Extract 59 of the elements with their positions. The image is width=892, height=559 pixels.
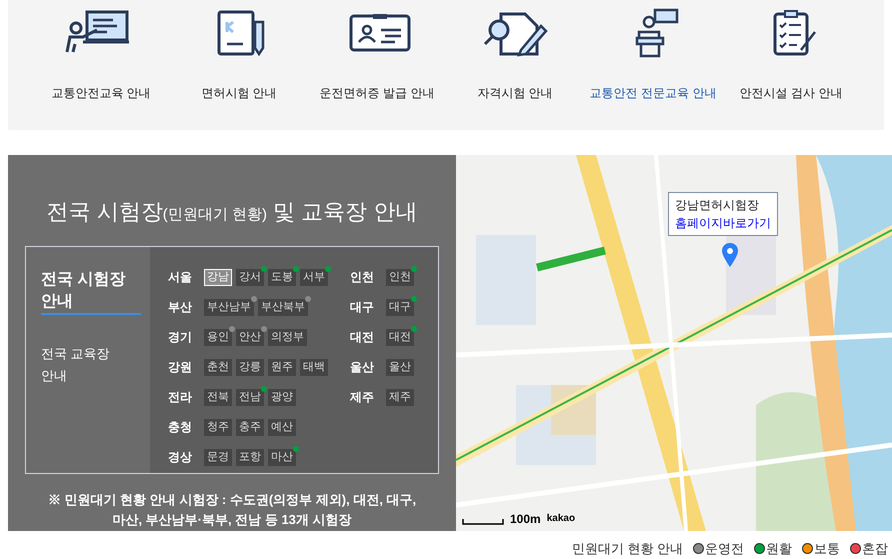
site-button[interactable]: 도봉: [268, 268, 296, 286]
site-button[interactable]: 대전: [386, 328, 414, 346]
site-button[interactable]: 예산: [268, 418, 296, 436]
site-button[interactable]: 태백: [300, 358, 328, 376]
region-label: 충청: [168, 419, 193, 436]
site-button[interactable]: 용인: [204, 328, 232, 346]
side-tab[interactable]: 전국 시험장 안내: [41, 269, 141, 315]
site-button[interactable]: 서부: [300, 268, 328, 286]
site-button[interactable]: 울산: [386, 358, 414, 376]
site-button[interactable]: 강릉: [236, 358, 264, 376]
site-button[interactable]: 강서: [236, 268, 264, 286]
site-button[interactable]: 안산: [236, 328, 264, 346]
site-button[interactable]: 포항: [236, 448, 264, 466]
site-button[interactable]: 전북: [204, 388, 232, 406]
site-button[interactable]: 원주: [268, 358, 296, 376]
site-button[interactable]: 인천: [386, 268, 414, 286]
site-button[interactable]: 부산북부: [258, 298, 308, 316]
scale-bar-icon: [462, 519, 504, 525]
site-button[interactable]: 의정부: [268, 328, 307, 346]
region-label: 울산: [350, 359, 375, 376]
homepage-link[interactable]: 홈페이지바로가기: [675, 214, 771, 232]
region-label: 대전: [350, 329, 375, 346]
location-pin-icon[interactable]: [722, 243, 738, 267]
site-button[interactable]: 충주: [236, 418, 264, 436]
region-label: 경상: [168, 449, 193, 466]
panel-title: 전국 시험장(민원대기 현황) 및 교육장 안내: [46, 198, 418, 226]
menu-link[interactable]: 안전시설 검사 안내: [740, 84, 842, 102]
side-tab[interactable]: 전국 교육장 안내: [41, 343, 121, 387]
menu-link[interactable]: 교통안전교육 안내: [51, 84, 151, 102]
legend-item-label: 원활: [766, 540, 792, 558]
site-button[interactable]: 대구: [386, 298, 414, 316]
site-button[interactable]: 전남: [236, 388, 264, 406]
scale-label: 100m: [510, 513, 541, 525]
site-button[interactable]: 제주: [386, 388, 414, 406]
region-label: 제주: [350, 389, 375, 406]
region-label: 부산: [168, 299, 193, 316]
note-text: ※ 민원대기 현황 안내 시험장 : 수도권(의정부 제외), 대전, 대구, 마산, 부산남부·북부, 전남 등 13개 시험장: [46, 491, 418, 529]
region-label: 대구: [350, 299, 375, 316]
map-attribution: kakao: [546, 513, 576, 525]
region-label: 강원: [168, 359, 193, 376]
site-button[interactable]: 춘천: [204, 358, 232, 376]
site-button[interactable]: 부산남부: [204, 298, 254, 316]
site-button[interactable]: 문경: [204, 448, 232, 466]
site-button[interactable]: 마산: [268, 448, 296, 466]
legend-item-label: 보통: [814, 540, 840, 558]
region-label: 전라: [168, 389, 193, 406]
menu-link[interactable]: 교통안전 전문교육 안내: [590, 84, 716, 102]
region-label: 경기: [168, 329, 193, 346]
region-label: 서울: [168, 269, 193, 286]
menu-link[interactable]: 자격시험 안내: [477, 84, 553, 102]
region-label: 인천: [350, 269, 375, 286]
legend-item-label: 운영전: [705, 540, 744, 558]
legend-item-label: 혼잡: [862, 540, 888, 558]
legend-label: 민원대기 현황 안내: [572, 540, 683, 558]
popup-title: 강남면허시험장: [675, 197, 760, 214]
site-button[interactable]: 청주: [204, 418, 232, 436]
site-button[interactable]: 광양: [268, 388, 296, 406]
menu-link[interactable]: 면허시험 안내: [201, 84, 277, 102]
menu-link[interactable]: 운전면허증 발급 안내: [320, 84, 434, 102]
